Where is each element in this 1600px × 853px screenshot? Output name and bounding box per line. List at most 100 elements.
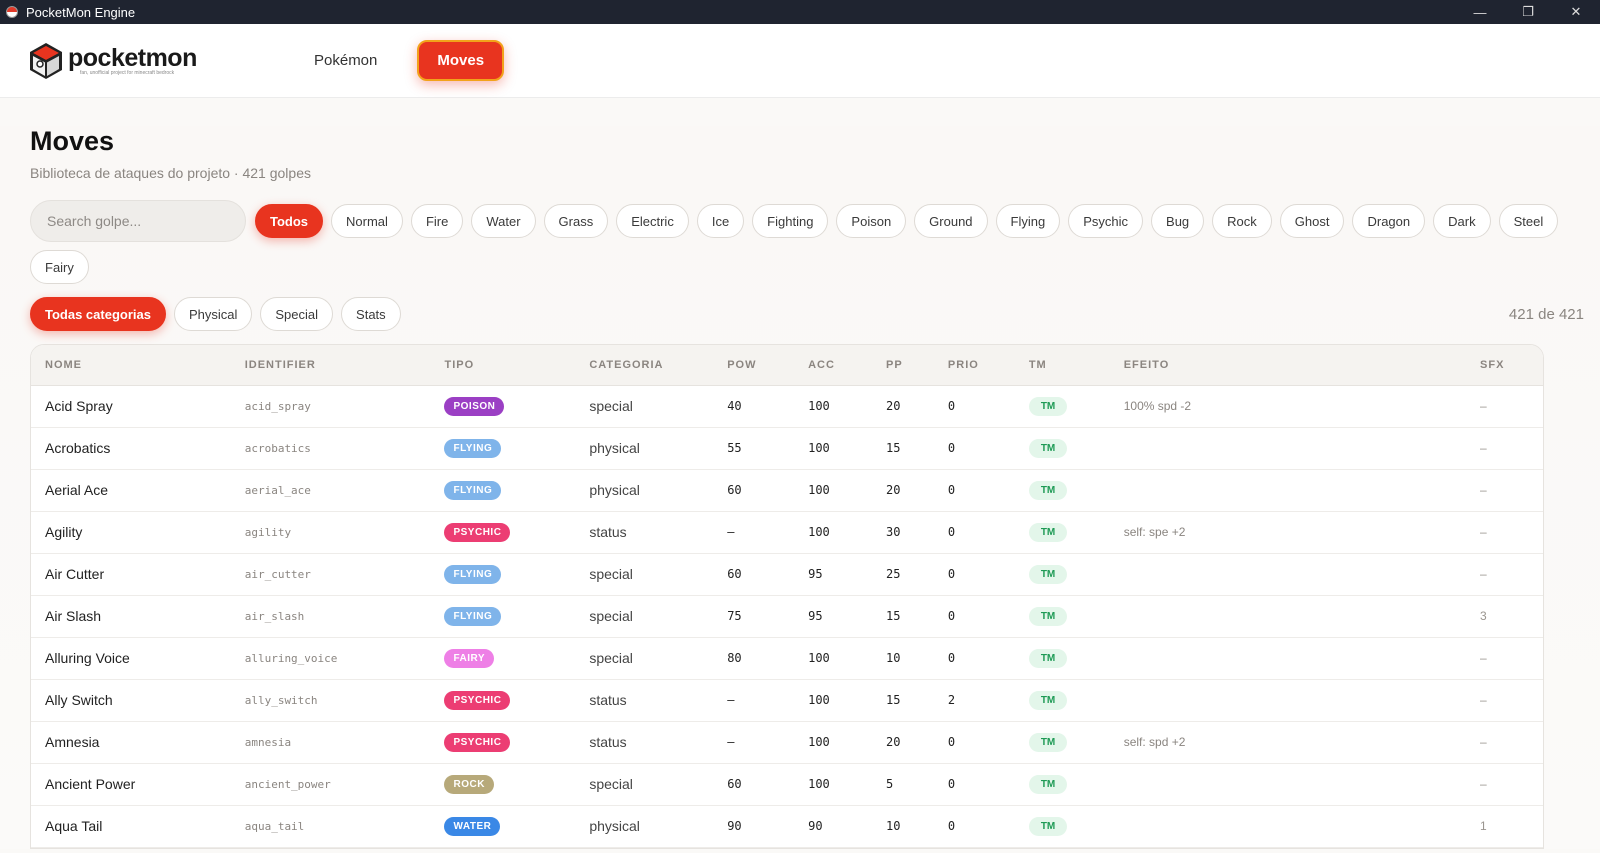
type-filter-steel[interactable]: Steel — [1498, 204, 1559, 238]
search-input[interactable] — [30, 200, 246, 242]
cell-pow: – — [713, 511, 795, 554]
cell-type: FLYING — [430, 595, 576, 638]
cell-sfx: – — [1466, 553, 1543, 596]
cell-tm: TM — [1014, 553, 1110, 596]
table-row[interactable]: Aqua Tail aqua_tail WATER physical 90 90 10 0 TM… — [31, 805, 1543, 848]
cell-effect: 100% spd -2 — [1109, 385, 1467, 428]
category-filter-todas-categorias[interactable]: Todas categorias — [30, 297, 166, 331]
type-filter-bar: TodosNormalFireWaterGrassElectricIceFigh… — [30, 200, 1570, 284]
category-filter-special[interactable]: Special — [260, 297, 334, 331]
column-header-acc[interactable]: ACC — [794, 345, 872, 386]
cell-effect — [1109, 553, 1467, 596]
cell-pp: 15 — [872, 427, 934, 470]
cell-category: physical — [575, 427, 714, 470]
column-header-pp[interactable]: PP — [872, 345, 934, 386]
close-icon[interactable]: ✕ — [1552, 0, 1600, 24]
logo-name: pocketmon — [68, 43, 197, 72]
cell-sfx: 1 — [1466, 805, 1543, 848]
type-filter-poison[interactable]: Poison — [836, 204, 907, 238]
table-row[interactable]: Ally Switch ally_switch PSYCHIC status –100 1… — [31, 679, 1543, 722]
cell-pp: 20 — [872, 721, 934, 764]
table-row[interactable]: Ancient Power ancient_power ROCK special 60 1… — [31, 763, 1543, 806]
cell-effect — [1109, 679, 1467, 722]
cell-category: special — [575, 595, 714, 638]
cell-sfx: – — [1466, 679, 1543, 722]
table-row[interactable]: Air Slash air_slash FLYING special 75 95 15 0 TM… — [31, 595, 1543, 638]
minimize-icon[interactable]: — — [1456, 0, 1504, 24]
cell-pow: 60 — [713, 763, 795, 806]
type-filter-ice[interactable]: Ice — [696, 204, 745, 238]
table-row[interactable]: Acrobatics acrobatics FLYING physical 55 100 1… — [31, 427, 1543, 470]
cell-category: special — [575, 763, 714, 806]
nav-moves[interactable]: Moves — [417, 40, 505, 81]
type-filter-bug[interactable]: Bug — [1151, 204, 1205, 238]
type-filter-rock[interactable]: Rock — [1212, 204, 1272, 238]
cell-pp: 30 — [872, 511, 934, 554]
cell-id: acrobatics — [230, 427, 431, 470]
main-content: Moves Biblioteca de ataques do projeto ·… — [0, 126, 1600, 849]
cell-name: Agility — [31, 511, 231, 554]
type-filter-psychic[interactable]: Psychic — [1068, 204, 1144, 238]
table-row[interactable]: Air Cutter air_cutter FLYING special 60 95 25 0… — [31, 553, 1543, 596]
cell-prio: 0 — [933, 385, 1015, 428]
type-filter-flying[interactable]: Flying — [995, 204, 1061, 238]
cell-acc: 100 — [794, 511, 872, 554]
column-header-categoria[interactable]: CATEGORIA — [575, 345, 714, 386]
moves-table: NOME IDENTIFIER TIPO CATEGORIA POW ACC PP PRIO T… — [30, 344, 1544, 849]
tm-badge: TM — [1028, 439, 1068, 458]
table-row[interactable]: Amnesia amnesia PSYCHIC status –100 20 0 TM self… — [31, 721, 1543, 764]
maximize-icon[interactable]: ❐ — [1504, 0, 1552, 24]
category-filter-stats[interactable]: Stats — [341, 297, 401, 331]
type-filter-todos[interactable]: Todos — [255, 204, 324, 238]
cell-tm: TM — [1014, 469, 1110, 512]
cell-category: special — [575, 637, 714, 680]
column-header-pow[interactable]: POW — [713, 345, 795, 386]
category-filter-physical[interactable]: Physical — [173, 297, 253, 331]
table-row[interactable]: Acid Spray acid_spray POISON special 40 100 20… — [31, 385, 1543, 428]
cell-type: WATER — [430, 805, 576, 848]
cell-effect: self: spd +2 — [1109, 721, 1467, 764]
type-filter-normal[interactable]: Normal — [331, 204, 403, 238]
column-header-sfx[interactable]: SFX — [1466, 345, 1543, 386]
cell-acc: 100 — [794, 385, 872, 428]
column-header-prio[interactable]: PRIO — [933, 345, 1015, 386]
cell-category: special — [575, 385, 714, 428]
nav-pokemon[interactable]: Pokémon — [296, 42, 395, 79]
type-filter-dark[interactable]: Dark — [1433, 204, 1491, 238]
table-row[interactable]: Aerial Ace aerial_ace FLYING physical 60 100 2… — [31, 469, 1543, 512]
cell-sfx: – — [1466, 721, 1543, 764]
type-filter-ground[interactable]: Ground — [914, 204, 988, 238]
cell-acc: 100 — [794, 427, 872, 470]
type-badge: WATER — [444, 817, 501, 836]
column-header-nome[interactable]: NOME — [31, 345, 231, 386]
cell-acc: 100 — [794, 469, 872, 512]
cell-sfx: – — [1466, 469, 1543, 512]
cell-category: status — [575, 721, 714, 764]
cell-id: ancient_power — [230, 763, 431, 806]
column-header-tipo[interactable]: TIPO — [430, 345, 576, 386]
type-filter-dragon[interactable]: Dragon — [1352, 204, 1426, 238]
type-filter-ghost[interactable]: Ghost — [1279, 204, 1345, 238]
category-filter-bar: Todas categorias Physical Special Stats 421 … — [30, 297, 1584, 331]
cell-id: amnesia — [230, 721, 431, 764]
column-header-efeito[interactable]: EFEITO — [1109, 345, 1467, 386]
cell-acc: 100 — [794, 679, 872, 722]
column-header-tm[interactable]: TM — [1014, 345, 1110, 386]
tm-badge: TM — [1028, 397, 1068, 416]
table-row[interactable]: Agility agility PSYCHIC status –100 30 0 TM self… — [31, 511, 1543, 554]
table-row[interactable]: Alluring Voice alluring_voice FAIRY special… — [31, 637, 1543, 680]
type-filter-fighting[interactable]: Fighting — [752, 204, 829, 238]
type-filter-fire[interactable]: Fire — [410, 204, 464, 238]
cell-id: aqua_tail — [230, 805, 431, 848]
cell-name: Air Cutter — [31, 553, 231, 596]
cell-name: Aqua Tail — [31, 805, 231, 848]
logo[interactable]: pocketmon fan, unofficial project for mi… — [28, 42, 296, 80]
type-filter-water[interactable]: Water — [471, 204, 536, 238]
type-filter-electric[interactable]: Electric — [616, 204, 689, 238]
type-filter-fairy[interactable]: Fairy — [30, 250, 89, 284]
type-filter-grass[interactable]: Grass — [543, 204, 609, 238]
result-count: 421 de 421 — [1508, 305, 1584, 323]
tm-badge: TM — [1028, 481, 1068, 500]
type-badge: ROCK — [444, 775, 494, 794]
column-header-identifier[interactable]: IDENTIFIER — [230, 345, 431, 386]
